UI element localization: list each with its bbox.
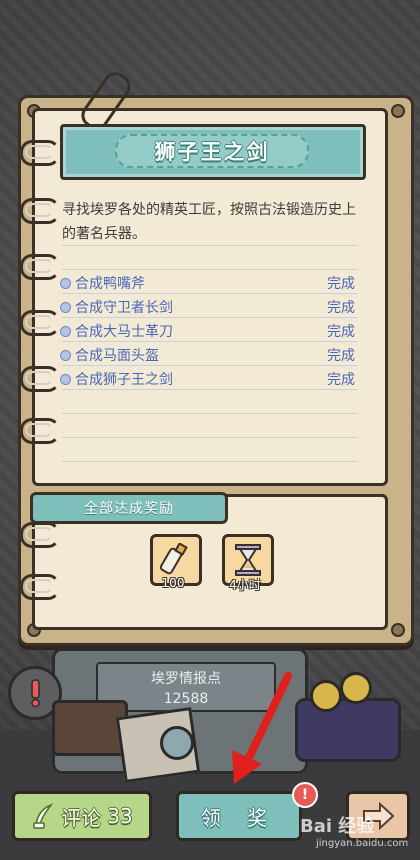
ring-icon [20,574,60,600]
quill-icon [33,803,54,829]
task-row: 合成狮子王之剑 完成 [60,367,355,391]
hourglass-icon [235,544,261,576]
bullet-icon [60,325,71,337]
comment-count: 33 [107,804,133,828]
claim-label: 领 奖 [200,805,278,830]
task-status: 完成 [327,276,355,292]
task-name: 合成守卫者长剑 [75,300,173,316]
task-name: 合成马面头盔 [75,348,159,364]
task-name: 合成大马士革刀 [75,324,173,340]
task-status: 完成 [327,324,355,340]
quest-description: 寻找埃罗各处的精英工匠，按照古法锻造历史上的著名兵器。 [62,202,356,242]
task-row: 合成马面头盔 完成 [60,343,355,367]
task-name: 合成狮子王之剑 [75,372,173,388]
task-name: 合成鸭嘴斧 [75,276,145,292]
glue-tube-icon [159,543,188,575]
claim-reward-button[interactable]: 领 奖 [176,791,302,841]
ring-icon [20,254,60,280]
ring-icon [20,198,60,224]
task-row: 合成大马士革刀 完成 [60,319,355,343]
comment-button[interactable]: 评论 33 [12,791,152,841]
ring-icon [20,418,60,444]
bullet-icon [60,277,71,289]
jewelry-box-icon [295,698,401,762]
bullet-icon [60,349,71,361]
task-row: 合成鸭嘴斧 完成 [60,271,355,295]
task-status: 完成 [327,372,355,388]
task-status: 完成 [327,300,355,316]
task-row: 合成守卫者长剑 完成 [60,295,355,319]
coin-icon [340,672,372,704]
reward-count: 4小时 [229,578,261,592]
task-list: 合成鸭嘴斧 完成 合成守卫者长剑 完成 合成大马士革刀 完成 合成马面头盔 完成… [60,271,355,391]
exclamation-icon [31,679,40,708]
ring-icon [20,310,60,336]
reward-tab-label: 全部达成奖励 [30,492,228,524]
watermark-url: jingyan.baidu.com [316,838,409,849]
task-status: 完成 [327,348,355,364]
coin-icon [310,680,342,712]
ring-icon [20,522,60,548]
pointer-arrow-icon [232,672,292,784]
comment-label: 评论 [61,805,102,830]
ring-icon [20,140,60,166]
quest-title: 狮子王之剑 [115,134,309,168]
quest-title-banner: 狮子王之剑 [60,124,366,180]
reward-count: 100 [161,576,185,590]
bullet-icon [60,301,71,313]
rivet-icon [391,104,405,118]
watermark: Bai 经验 [300,816,375,837]
ring-icon [20,366,60,392]
notification-badge: ! [292,782,318,808]
magnifier-icon [160,726,194,760]
rivet-icon [391,623,405,637]
bullet-icon [60,373,71,385]
